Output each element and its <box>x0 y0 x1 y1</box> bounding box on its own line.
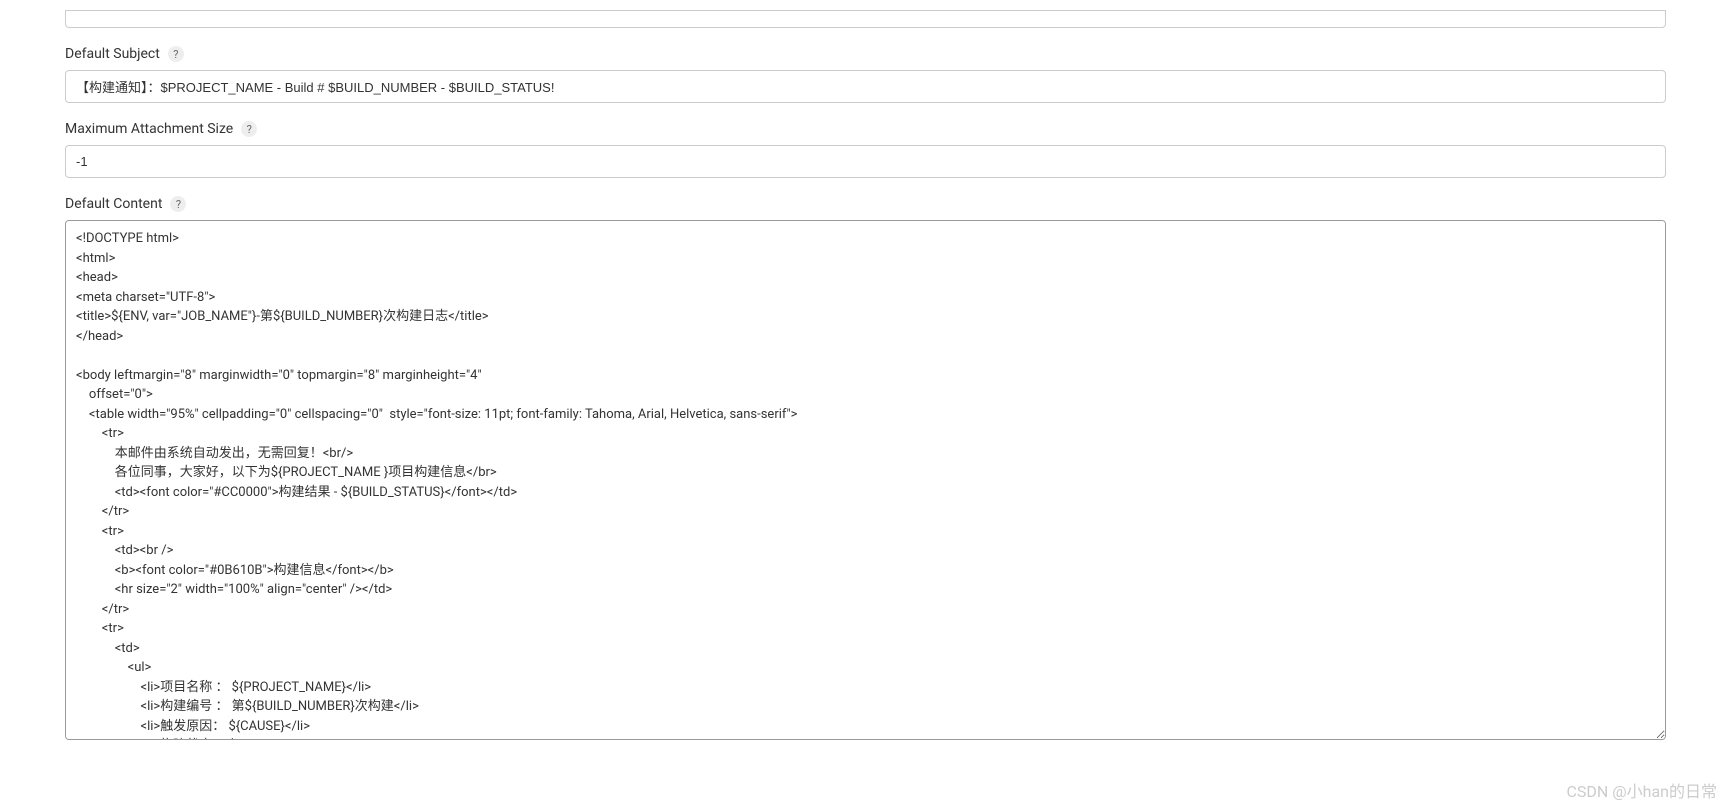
default-subject-input[interactable] <box>65 70 1666 103</box>
help-icon[interactable]: ? <box>170 196 186 212</box>
max-attachment-size-label-row: Maximum Attachment Size ? <box>65 121 1666 137</box>
default-content-textarea[interactable] <box>65 220 1666 740</box>
default-subject-group: Default Subject ? <box>65 46 1666 103</box>
default-content-label-row: Default Content ? <box>65 196 1666 212</box>
help-icon[interactable]: ? <box>241 121 257 137</box>
max-attachment-size-group: Maximum Attachment Size ? <box>65 121 1666 178</box>
max-attachment-size-label: Maximum Attachment Size <box>65 121 233 137</box>
max-attachment-size-input[interactable] <box>65 145 1666 178</box>
watermark: CSDN @小han的日常 <box>1566 778 1717 802</box>
previous-field-bottom <box>65 10 1666 28</box>
default-subject-label: Default Subject <box>65 46 160 62</box>
default-content-group: Default Content ? <box>65 196 1666 744</box>
default-subject-label-row: Default Subject ? <box>65 46 1666 62</box>
help-icon[interactable]: ? <box>168 46 184 62</box>
default-content-label: Default Content <box>65 196 162 212</box>
